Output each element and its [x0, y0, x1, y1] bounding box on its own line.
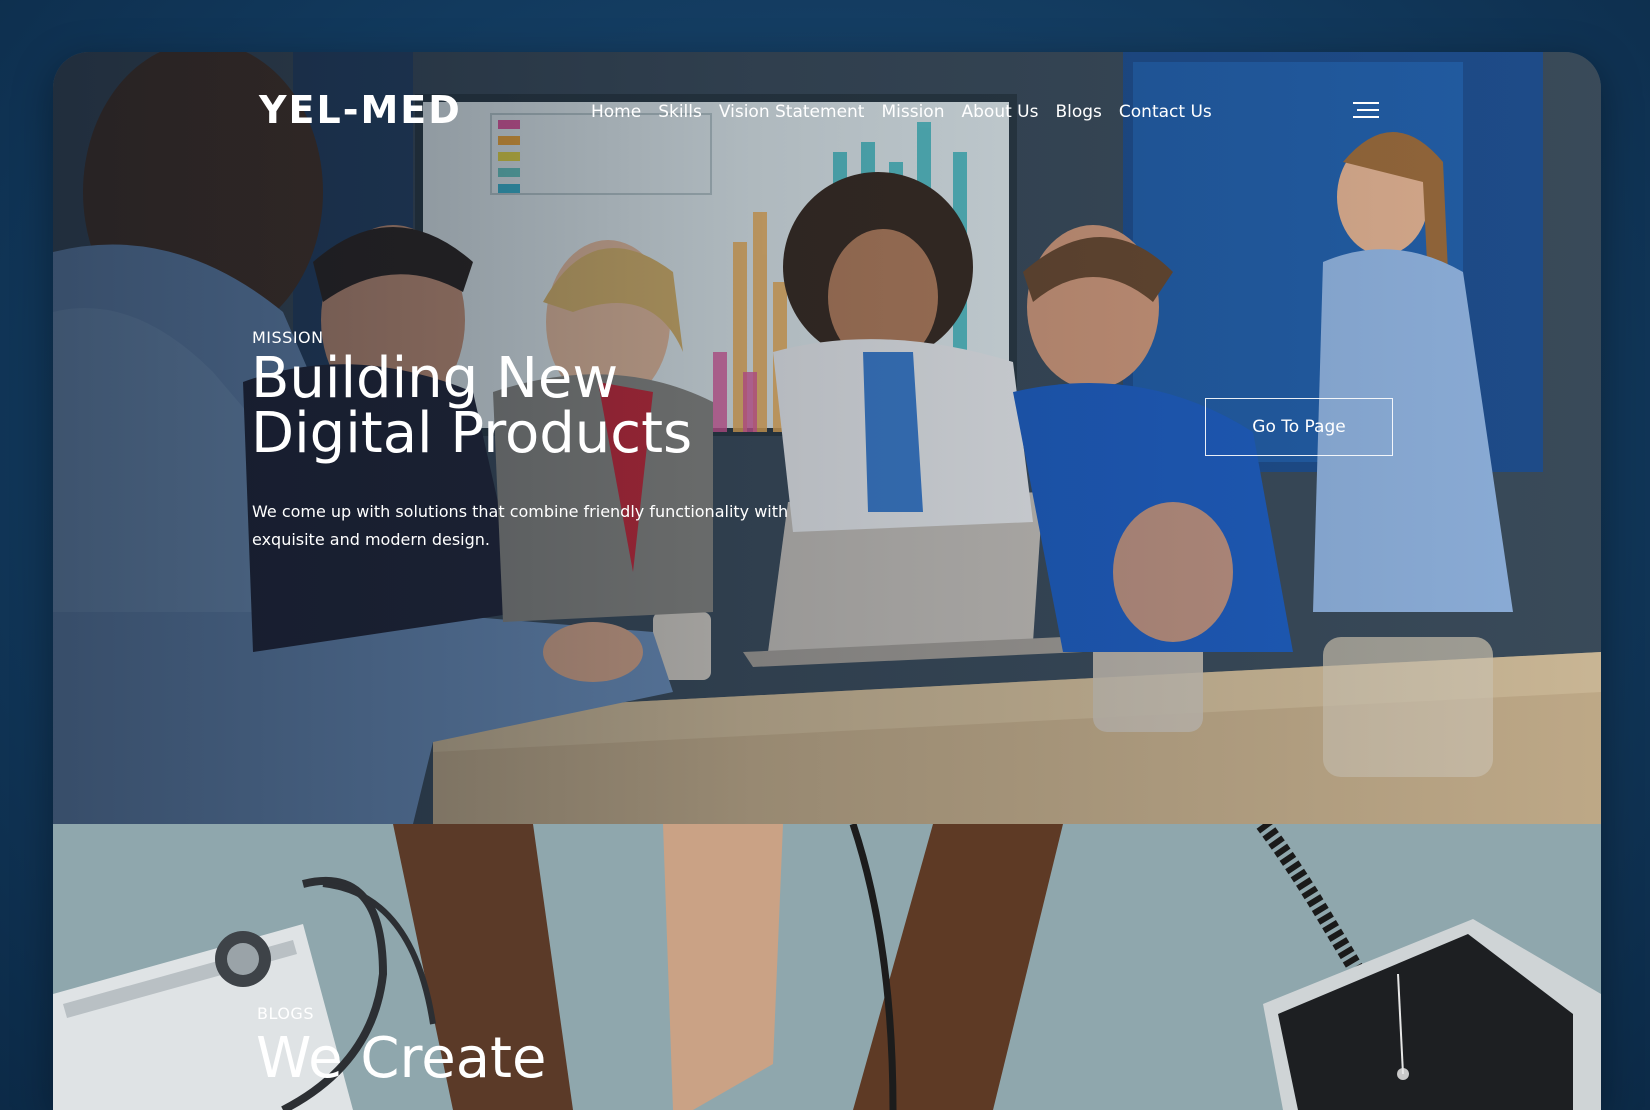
blogs-section: BLOGS We Create: [53, 824, 1601, 1110]
nav-item-skills[interactable]: Skills: [658, 102, 702, 122]
site-window: YEL-MED Home Skills Vision Statement Mis…: [53, 52, 1601, 1110]
hero-description: We come up with solutions that combine f…: [252, 502, 789, 549]
hero-section: YEL-MED Home Skills Vision Statement Mis…: [53, 52, 1601, 824]
top-navigation: YEL-MED Home Skills Vision Statement Mis…: [53, 72, 1601, 132]
nav-item-mission[interactable]: Mission: [881, 102, 944, 122]
go-to-page-button[interactable]: Go To Page: [1205, 398, 1393, 456]
main-menu: Home Skills Vision Statement Mission Abo…: [591, 102, 1212, 122]
hero-title-line-2: Digital Products: [251, 400, 693, 466]
nav-item-about-us[interactable]: About Us: [962, 102, 1039, 122]
hamburger-menu-icon[interactable]: [1353, 102, 1379, 118]
nav-item-blogs[interactable]: Blogs: [1055, 102, 1101, 122]
nav-item-vision-statement[interactable]: Vision Statement: [719, 102, 865, 122]
hero-title: Building New Digital Products: [251, 351, 851, 462]
blogs-title: We Create: [256, 1026, 547, 1091]
nav-item-contact-us[interactable]: Contact Us: [1119, 102, 1212, 122]
site-logo[interactable]: YEL-MED: [259, 88, 462, 132]
blogs-eyebrow: BLOGS: [257, 1004, 314, 1023]
nav-item-home[interactable]: Home: [591, 102, 641, 122]
hero-eyebrow: MISSION: [252, 328, 324, 347]
